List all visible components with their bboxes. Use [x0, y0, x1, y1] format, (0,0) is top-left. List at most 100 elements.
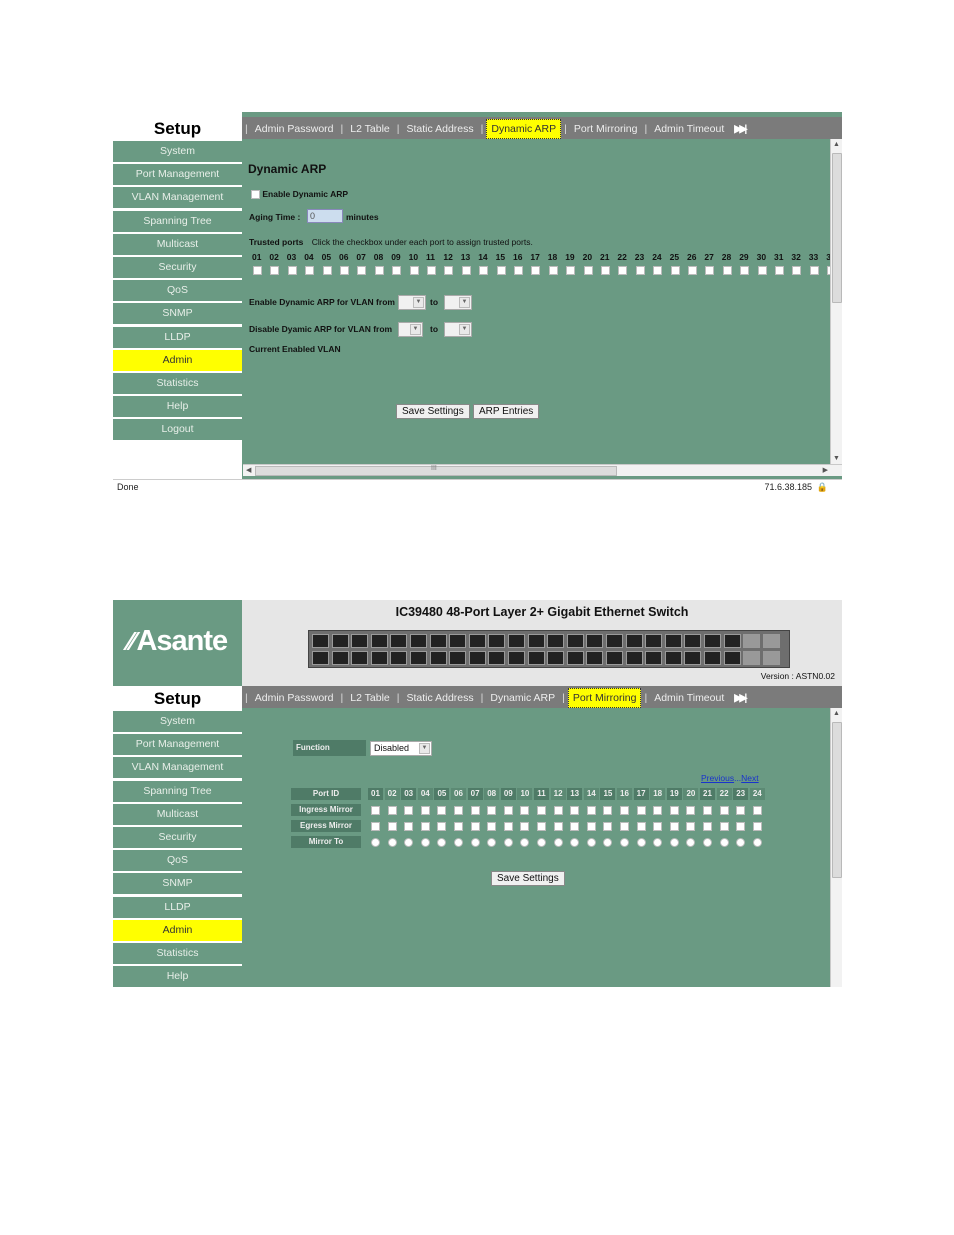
sidebar-item-port-management[interactable]: Port Management [113, 164, 242, 186]
trusted-port-checkbox[interactable] [496, 266, 506, 275]
mirror-to-radio[interactable] [636, 838, 646, 847]
trusted-port-checkbox[interactable] [775, 266, 784, 275]
sidebar-item-snmp[interactable]: SNMP [113, 873, 242, 895]
enable-vlan-to-select[interactable]: ▼ [444, 295, 472, 310]
ingress-mirror-checkbox[interactable] [570, 806, 580, 815]
sidebar-item-statistics[interactable]: Statistics [113, 372, 242, 394]
scrollbar-thumb[interactable] [832, 153, 842, 303]
tab-dynamic-arp[interactable]: Dynamic ARP [486, 689, 559, 707]
mirror-to-radio[interactable] [620, 838, 629, 847]
next-link[interactable]: Next [741, 773, 758, 783]
tab-admin-password[interactable]: Admin Password [251, 120, 338, 138]
trusted-port-checkbox[interactable] [548, 266, 558, 275]
ingress-mirror-checkbox[interactable] [437, 806, 447, 815]
trusted-port-checkbox[interactable] [305, 266, 315, 275]
ingress-mirror-checkbox[interactable] [703, 806, 712, 815]
ingress-mirror-checkbox[interactable] [653, 806, 663, 815]
sidebar-item-multicast[interactable]: Multicast [113, 233, 242, 255]
ingress-mirror-checkbox[interactable] [736, 806, 746, 815]
ingress-mirror-checkbox[interactable] [371, 806, 380, 815]
ingress-mirror-checkbox[interactable] [470, 806, 480, 815]
egress-mirror-checkbox[interactable] [537, 822, 546, 831]
egress-mirror-checkbox[interactable] [752, 822, 762, 831]
egress-mirror-checkbox[interactable] [686, 822, 696, 831]
egress-mirror-checkbox[interactable] [503, 822, 513, 831]
ingress-mirror-checkbox[interactable] [553, 806, 563, 815]
ingress-mirror-checkbox[interactable] [586, 806, 596, 815]
tab-admin-timeout[interactable]: Admin Timeout [650, 689, 728, 707]
ingress-mirror-checkbox[interactable] [487, 806, 497, 815]
save-settings-button[interactable]: Save Settings [396, 404, 470, 419]
egress-mirror-checkbox[interactable] [653, 822, 663, 831]
egress-mirror-checkbox[interactable] [454, 822, 463, 831]
sidebar-item-statistics[interactable]: Statistics [113, 942, 242, 964]
trusted-port-checkbox[interactable] [374, 266, 384, 275]
egress-mirror-checkbox[interactable] [387, 822, 397, 831]
trusted-port-checkbox[interactable] [357, 266, 367, 275]
sidebar-item-lldp[interactable]: LLDP [113, 896, 242, 918]
trusted-port-checkbox[interactable] [740, 266, 750, 275]
trusted-port-checkbox[interactable] [601, 266, 610, 275]
mirror-to-radio[interactable] [719, 838, 729, 847]
egress-mirror-checkbox[interactable] [570, 822, 580, 831]
trusted-port-checkbox[interactable] [479, 266, 489, 275]
sidebar-item-help[interactable]: Help [113, 396, 242, 418]
horizontal-scrollbar[interactable]: ◀ III ▶ [243, 464, 842, 476]
trusted-port-checkbox[interactable] [444, 266, 454, 275]
function-select[interactable]: Disabled ▼ [370, 741, 432, 756]
egress-mirror-checkbox[interactable] [620, 822, 629, 831]
sidebar-item-qos[interactable]: QoS [113, 850, 242, 872]
tab-dynamic-arp[interactable]: Dynamic ARP [486, 119, 562, 139]
aging-time-input[interactable] [307, 209, 343, 223]
tab-port-mirroring[interactable]: Port Mirroring [570, 120, 642, 138]
tab-admin-timeout[interactable]: Admin Timeout [650, 120, 728, 138]
egress-mirror-checkbox[interactable] [487, 822, 497, 831]
trusted-port-checkbox[interactable] [287, 266, 297, 275]
tab-l2-table[interactable]: L2 Table [346, 689, 394, 707]
ingress-mirror-checkbox[interactable] [454, 806, 463, 815]
egress-mirror-checkbox[interactable] [553, 822, 563, 831]
trusted-port-checkbox[interactable] [670, 266, 680, 275]
trusted-port-checkbox[interactable] [688, 266, 697, 275]
ingress-mirror-checkbox[interactable] [520, 806, 530, 815]
trusted-port-checkbox[interactable] [531, 266, 541, 275]
sidebar-item-spanning-tree[interactable]: Spanning Tree [113, 210, 242, 232]
sidebar-item-system[interactable]: System [113, 141, 242, 162]
trusted-port-checkbox[interactable] [340, 266, 349, 275]
mirror-to-radio[interactable] [586, 838, 596, 847]
ingress-mirror-checkbox[interactable] [503, 806, 513, 815]
trusted-port-checkbox[interactable] [409, 266, 419, 275]
mirror-to-radio[interactable] [520, 838, 530, 847]
ingress-mirror-checkbox[interactable] [669, 806, 679, 815]
ingress-mirror-checkbox[interactable] [686, 806, 696, 815]
mirror-to-radio[interactable] [437, 838, 447, 847]
sidebar-item-admin[interactable]: Admin [113, 349, 242, 371]
egress-mirror-checkbox[interactable] [719, 822, 729, 831]
scroll-right-icon[interactable]: ▶ [823, 466, 828, 474]
disable-vlan-from-select[interactable]: ▼ [398, 322, 423, 337]
trusted-port-checkbox[interactable] [583, 266, 593, 275]
sidebar-item-vlan-management[interactable]: VLAN Management [113, 757, 242, 779]
mirror-to-radio[interactable] [420, 838, 430, 847]
trusted-port-checkbox[interactable] [566, 266, 576, 275]
enable-vlan-from-select[interactable]: ▼ [398, 295, 426, 310]
mirror-to-radio[interactable] [570, 838, 580, 847]
disable-vlan-to-select[interactable]: ▼ [444, 322, 472, 337]
enable-dynamic-arp-checkbox[interactable] [251, 190, 260, 200]
mirror-to-radio[interactable] [703, 838, 712, 847]
egress-mirror-checkbox[interactable] [371, 822, 380, 831]
ingress-mirror-checkbox[interactable] [620, 806, 629, 815]
egress-mirror-checkbox[interactable] [736, 822, 746, 831]
mirror-to-radio[interactable] [503, 838, 513, 847]
sidebar-item-vlan-management[interactable]: VLAN Management [113, 187, 242, 209]
mirror-to-radio[interactable] [736, 838, 746, 847]
egress-mirror-checkbox[interactable] [437, 822, 447, 831]
trusted-port-checkbox[interactable] [270, 266, 280, 275]
trusted-port-checkbox[interactable] [427, 266, 436, 275]
ingress-mirror-checkbox[interactable] [752, 806, 762, 815]
egress-mirror-checkbox[interactable] [420, 822, 430, 831]
sidebar-item-spanning-tree[interactable]: Spanning Tree [113, 780, 242, 802]
sidebar-item-admin[interactable]: Admin [113, 919, 242, 941]
ingress-mirror-checkbox[interactable] [387, 806, 397, 815]
scroll-down-icon[interactable]: ▼ [833, 455, 840, 462]
